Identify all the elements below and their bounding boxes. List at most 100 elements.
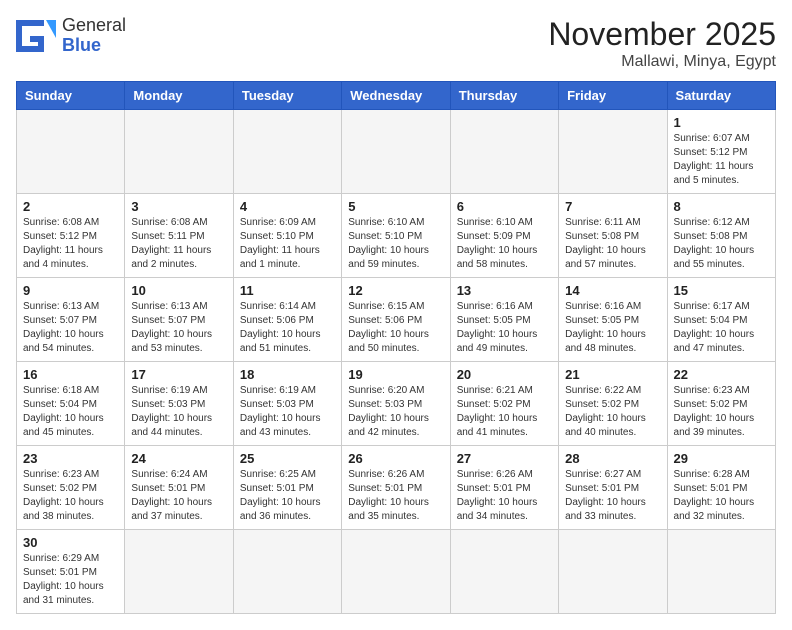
- day-number: 23: [23, 451, 118, 466]
- col-monday: Monday: [125, 82, 233, 110]
- col-tuesday: Tuesday: [233, 82, 341, 110]
- day-number: 27: [457, 451, 552, 466]
- calendar-cell: 27Sunrise: 6:26 AM Sunset: 5:01 PM Dayli…: [450, 446, 558, 530]
- day-number: 13: [457, 283, 552, 298]
- calendar-cell: [233, 110, 341, 194]
- calendar-cell: 7 Sunrise: 6:11 AM Sunset: 5:08 PM Daylig…: [559, 194, 667, 278]
- day-info: Sunrise: 6:20 AM Sunset: 5:03 PM Dayligh…: [348, 384, 443, 440]
- calendar-cell: [450, 110, 558, 194]
- day-number: 11: [240, 283, 335, 298]
- calendar-cell: 13 Sunrise: 6:16 AM Sunset: 5:05 PM Dayli…: [450, 278, 558, 362]
- day-info: Sunrise: 6:19 AM Sunset: 5:03 PM Dayligh…: [131, 384, 226, 440]
- calendar-cell: 23 Sunrise: 6:23 AM Sunset: 5:02 PM Dayli…: [17, 446, 125, 530]
- day-number: 12: [348, 283, 443, 298]
- col-friday: Friday: [559, 82, 667, 110]
- day-number: 1: [674, 115, 769, 130]
- day-info: Sunrise: 6:22 AM Sunset: 5:02 PM Dayligh…: [565, 384, 660, 440]
- month-year-title: November 2025: [548, 16, 776, 53]
- col-wednesday: Wednesday: [342, 82, 450, 110]
- calendar-body: 1 Sunrise: 6:07 AM Sunset: 5:12 PM Daylig…: [17, 110, 776, 614]
- day-info: Sunrise: 6:16 AM Sunset: 5:05 PM Dayligh…: [565, 300, 660, 356]
- calendar-header: Sunday Monday Tuesday Wednesday Thursday…: [17, 82, 776, 110]
- day-info: Sunrise: 6:07 AM Sunset: 5:12 PM Dayligh…: [674, 132, 769, 188]
- day-number: 18: [240, 367, 335, 382]
- calendar-cell: [559, 530, 667, 614]
- day-number: 24: [131, 451, 226, 466]
- calendar-cell: 1 Sunrise: 6:07 AM Sunset: 5:12 PM Daylig…: [667, 110, 775, 194]
- day-info: Sunrise: 6:19 AM Sunset: 5:03 PM Dayligh…: [240, 384, 335, 440]
- calendar-cell: [17, 110, 125, 194]
- calendar-cell: 3Sunrise: 6:08 AM Sunset: 5:11 PM Daylig…: [125, 194, 233, 278]
- day-number: 17: [131, 367, 226, 382]
- calendar-table: Sunday Monday Tuesday Wednesday Thursday…: [16, 81, 776, 614]
- calendar-cell: 29Sunrise: 6:28 AM Sunset: 5:01 PM Dayli…: [667, 446, 775, 530]
- calendar-cell: 20Sunrise: 6:21 AM Sunset: 5:02 PM Dayli…: [450, 362, 558, 446]
- calendar-cell: 21Sunrise: 6:22 AM Sunset: 5:02 PM Dayli…: [559, 362, 667, 446]
- calendar-cell: [559, 110, 667, 194]
- day-number: 20: [457, 367, 552, 382]
- day-number: 10: [131, 283, 226, 298]
- day-info: Sunrise: 6:23 AM Sunset: 5:02 PM Dayligh…: [674, 384, 769, 440]
- day-info: Sunrise: 6:08 AM Sunset: 5:12 PM Dayligh…: [23, 216, 118, 272]
- day-info: Sunrise: 6:17 AM Sunset: 5:04 PM Dayligh…: [674, 300, 769, 356]
- day-number: 6: [457, 199, 552, 214]
- calendar-cell: 30Sunrise: 6:29 AM Sunset: 5:01 PM Dayli…: [17, 530, 125, 614]
- day-number: 26: [348, 451, 443, 466]
- day-number: 15: [674, 283, 769, 298]
- calendar-week-row: 9 Sunrise: 6:13 AM Sunset: 5:07 PM Daylig…: [17, 278, 776, 362]
- calendar-cell: [342, 110, 450, 194]
- logo: General Blue: [16, 16, 126, 56]
- day-info: Sunrise: 6:18 AM Sunset: 5:04 PM Dayligh…: [23, 384, 118, 440]
- calendar-cell: 22 Sunrise: 6:23 AM Sunset: 5:02 PM Dayli…: [667, 362, 775, 446]
- calendar-cell: 2 Sunrise: 6:08 AM Sunset: 5:12 PM Daylig…: [17, 194, 125, 278]
- logo-general: General: [62, 16, 126, 36]
- calendar-cell: 5Sunrise: 6:10 AM Sunset: 5:10 PM Daylig…: [342, 194, 450, 278]
- day-number: 22: [674, 367, 769, 382]
- day-number: 2: [23, 199, 118, 214]
- calendar-cell: 26 Sunrise: 6:26 AM Sunset: 5:01 PM Dayli…: [342, 446, 450, 530]
- day-info: Sunrise: 6:11 AM Sunset: 5:08 PM Dayligh…: [565, 216, 660, 272]
- calendar-cell: 19Sunrise: 6:20 AM Sunset: 5:03 PM Dayli…: [342, 362, 450, 446]
- day-info: Sunrise: 6:26 AM Sunset: 5:01 PM Dayligh…: [348, 468, 443, 524]
- day-info: Sunrise: 6:09 AM Sunset: 5:10 PM Dayligh…: [240, 216, 335, 272]
- col-sunday: Sunday: [17, 82, 125, 110]
- day-info: Sunrise: 6:13 AM Sunset: 5:07 PM Dayligh…: [131, 300, 226, 356]
- calendar-week-row: 16 Sunrise: 6:18 AM Sunset: 5:04 PM Dayli…: [17, 362, 776, 446]
- calendar-cell: [342, 530, 450, 614]
- day-number: 28: [565, 451, 660, 466]
- calendar-cell: [667, 530, 775, 614]
- calendar-cell: 8 Sunrise: 6:12 AM Sunset: 5:08 PM Daylig…: [667, 194, 775, 278]
- calendar-cell: 17 Sunrise: 6:19 AM Sunset: 5:03 PM Dayli…: [125, 362, 233, 446]
- calendar-cell: 25 Sunrise: 6:25 AM Sunset: 5:01 PM Dayli…: [233, 446, 341, 530]
- day-number: 7: [565, 199, 660, 214]
- day-number: 16: [23, 367, 118, 382]
- calendar-cell: 9Sunrise: 6:13 AM Sunset: 5:07 PM Daylig…: [17, 278, 125, 362]
- calendar-week-row: 23 Sunrise: 6:23 AM Sunset: 5:02 PM Dayli…: [17, 446, 776, 530]
- calendar-cell: 24Sunrise: 6:24 AM Sunset: 5:01 PM Dayli…: [125, 446, 233, 530]
- day-number: 14: [565, 283, 660, 298]
- header-row: Sunday Monday Tuesday Wednesday Thursday…: [17, 82, 776, 110]
- day-info: Sunrise: 6:23 AM Sunset: 5:02 PM Dayligh…: [23, 468, 118, 524]
- day-info: Sunrise: 6:16 AM Sunset: 5:05 PM Dayligh…: [457, 300, 552, 356]
- day-number: 25: [240, 451, 335, 466]
- calendar-cell: 15 Sunrise: 6:17 AM Sunset: 5:04 PM Dayli…: [667, 278, 775, 362]
- day-info: Sunrise: 6:15 AM Sunset: 5:06 PM Dayligh…: [348, 300, 443, 356]
- day-info: Sunrise: 6:29 AM Sunset: 5:01 PM Dayligh…: [23, 552, 118, 608]
- logo-text: General Blue: [62, 16, 126, 56]
- day-number: 29: [674, 451, 769, 466]
- calendar-cell: 11Sunrise: 6:14 AM Sunset: 5:06 PM Dayli…: [233, 278, 341, 362]
- day-info: Sunrise: 6:25 AM Sunset: 5:01 PM Dayligh…: [240, 468, 335, 524]
- calendar-cell: 28Sunrise: 6:27 AM Sunset: 5:01 PM Dayli…: [559, 446, 667, 530]
- day-number: 9: [23, 283, 118, 298]
- calendar-week-row: 30Sunrise: 6:29 AM Sunset: 5:01 PM Dayli…: [17, 530, 776, 614]
- location-subtitle: Mallawi, Minya, Egypt: [548, 53, 776, 71]
- day-info: Sunrise: 6:08 AM Sunset: 5:11 PM Dayligh…: [131, 216, 226, 272]
- day-info: Sunrise: 6:12 AM Sunset: 5:08 PM Dayligh…: [674, 216, 769, 272]
- day-number: 8: [674, 199, 769, 214]
- logo-icon: [16, 20, 56, 52]
- calendar-cell: 6Sunrise: 6:10 AM Sunset: 5:09 PM Daylig…: [450, 194, 558, 278]
- logo-blue: Blue: [62, 36, 126, 56]
- calendar-cell: 14 Sunrise: 6:16 AM Sunset: 5:05 PM Dayli…: [559, 278, 667, 362]
- col-thursday: Thursday: [450, 82, 558, 110]
- day-info: Sunrise: 6:10 AM Sunset: 5:10 PM Dayligh…: [348, 216, 443, 272]
